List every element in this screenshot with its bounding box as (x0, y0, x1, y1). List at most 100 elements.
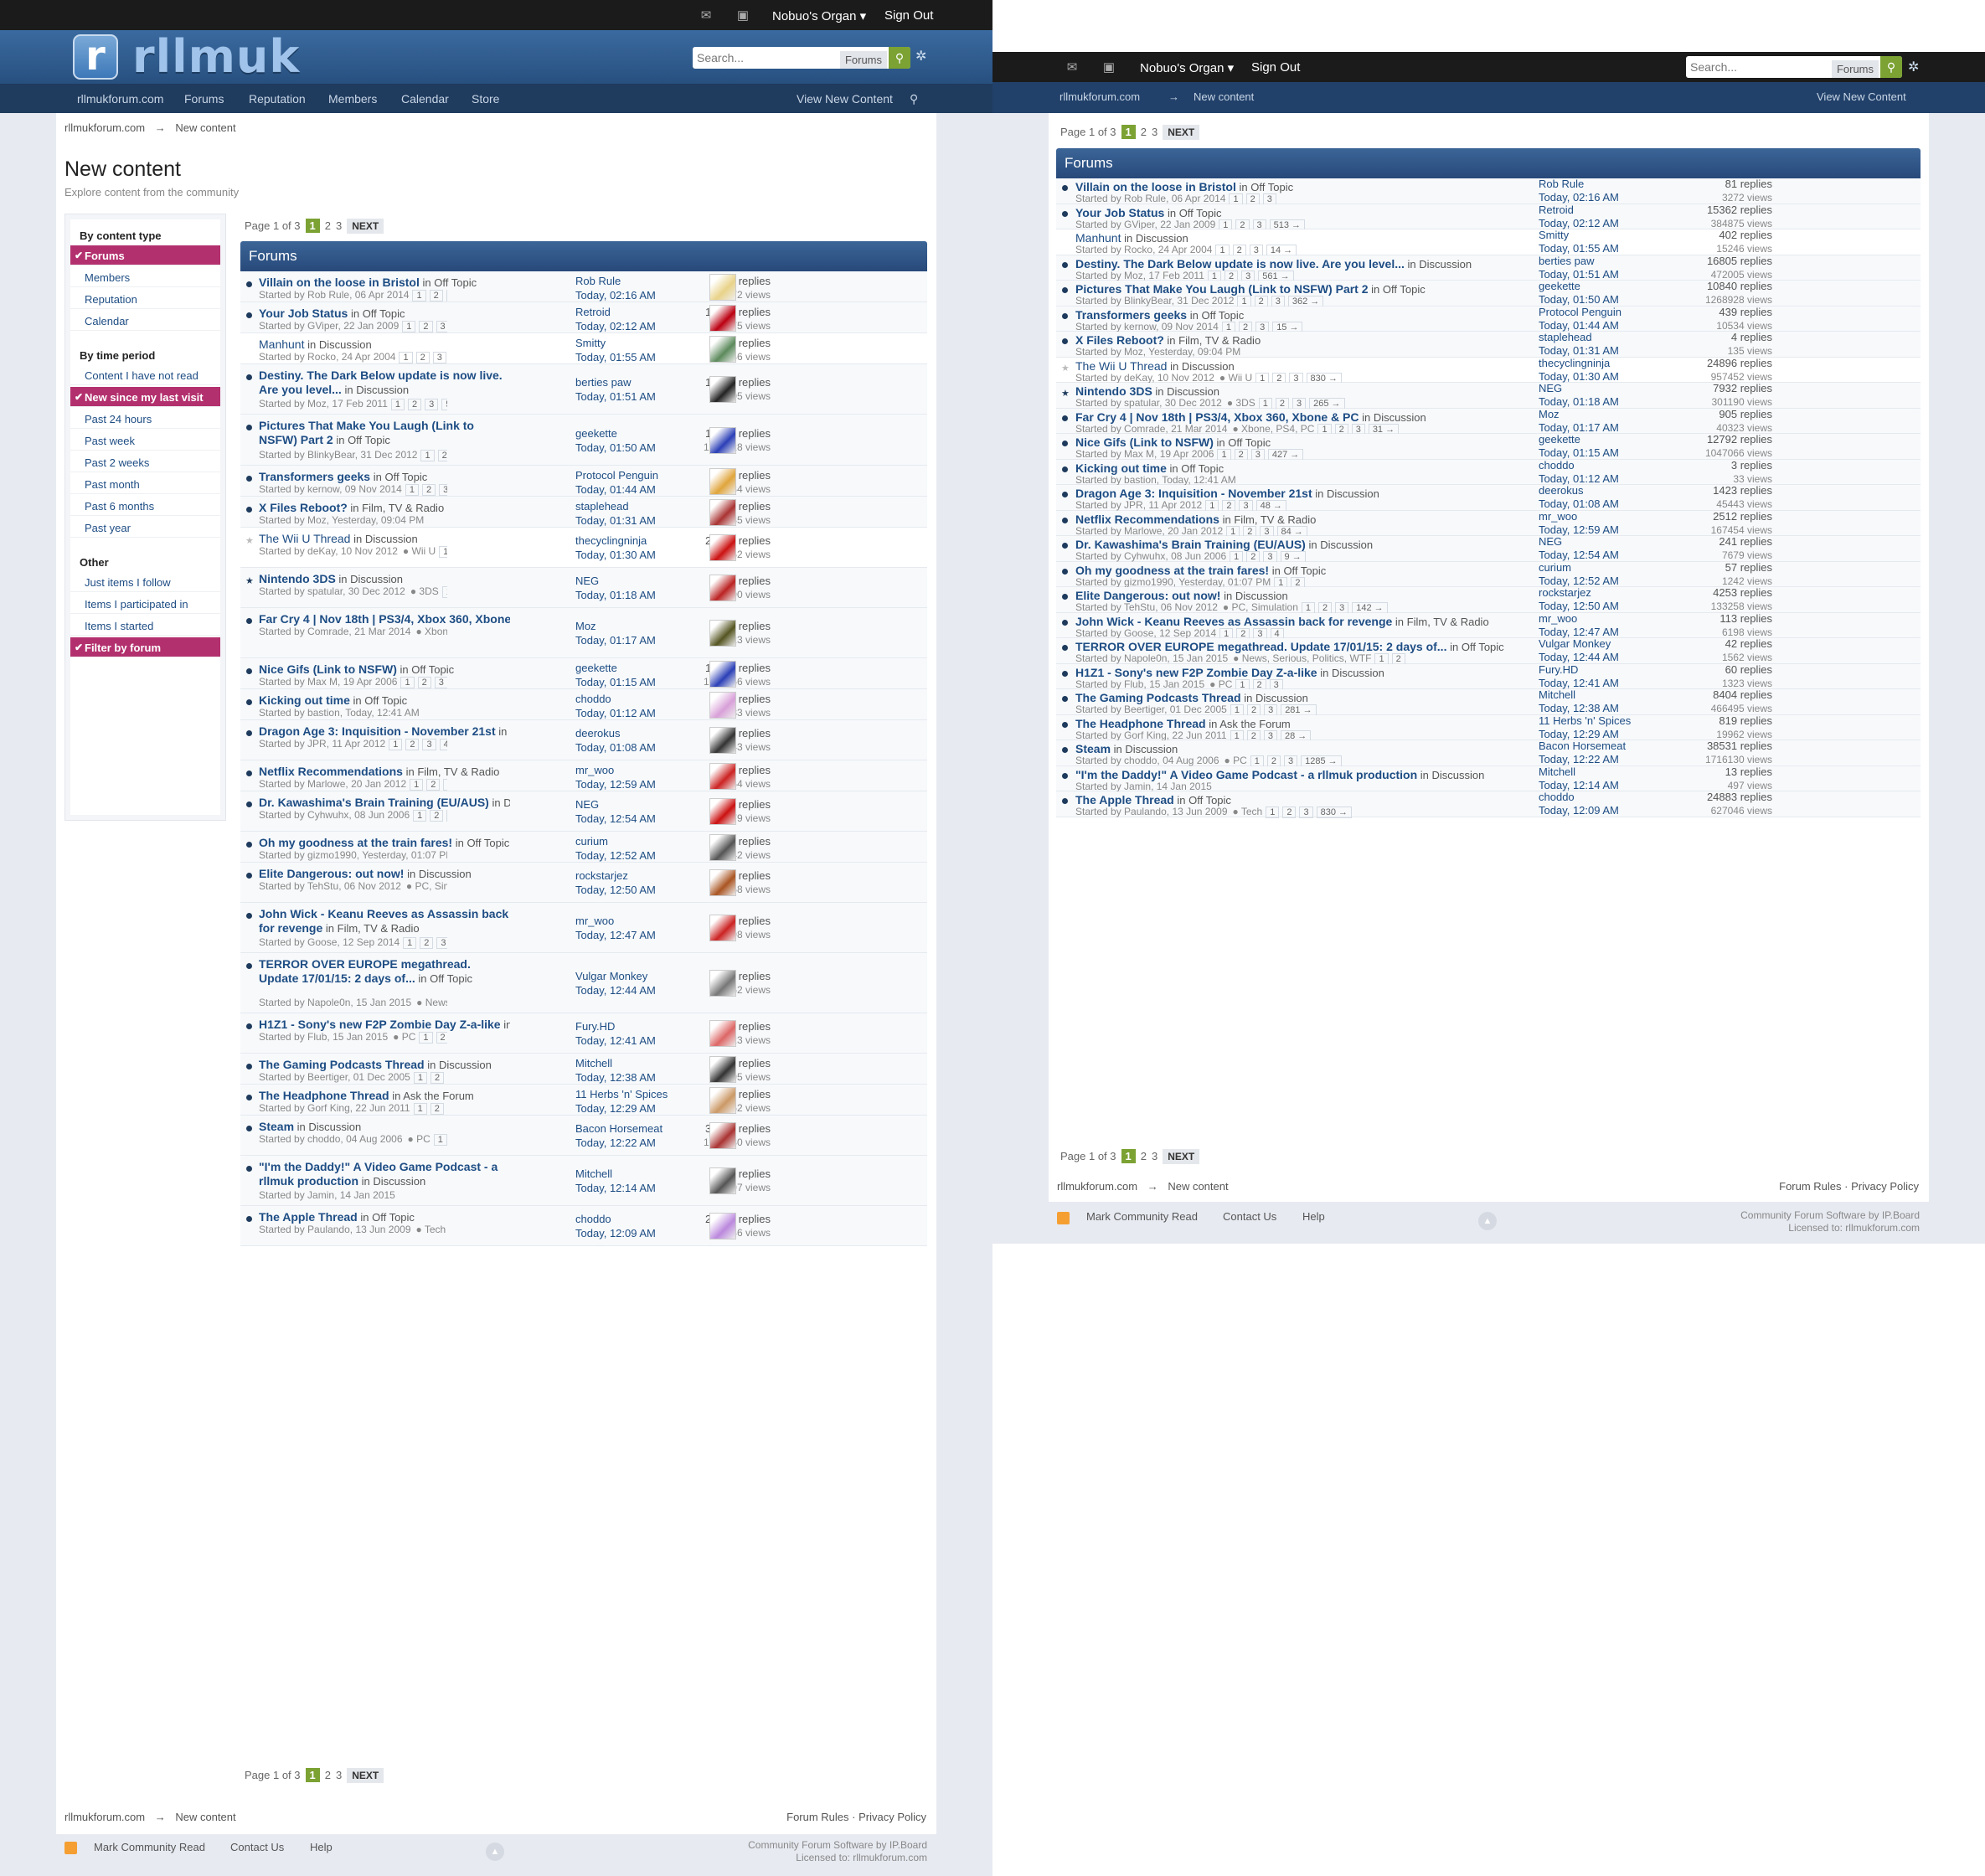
mini-page-link[interactable]: 1 (439, 546, 447, 558)
topic-forum[interactable]: in Discussion (1220, 590, 1288, 602)
topic-title[interactable]: Pictures That Make You Laugh (Link to NS… (1075, 282, 1369, 296)
topic-starter[interactable]: Comrade (1124, 423, 1165, 435)
topic-starter[interactable]: JPR (307, 738, 327, 750)
unread-dot-icon[interactable] (1062, 721, 1068, 728)
unread-dot-icon[interactable] (246, 618, 252, 624)
topic-starter[interactable]: deKay (1124, 372, 1152, 384)
topic-forum[interactable]: in Discussion (1312, 487, 1379, 500)
topic-title[interactable]: Villain on the loose in Bristol (1075, 180, 1236, 193)
topic-title[interactable]: The Wii U Thread (259, 532, 350, 545)
unread-dot-icon[interactable] (246, 699, 252, 705)
footer-policy-links[interactable]: Forum Rules · Privacy Policy (1779, 1180, 1919, 1193)
forum-name[interactable]: Discussion (373, 1175, 425, 1188)
mini-page-link[interactable]: 2 (421, 484, 436, 496)
forum-name[interactable]: Film, TV & Radio (1178, 334, 1261, 347)
nav-item-reputation[interactable]: Reputation (249, 92, 306, 106)
avatar[interactable] (709, 762, 736, 790)
forum-name[interactable]: Discussion (1432, 769, 1485, 781)
tags[interactable]: ● PC (408, 1133, 431, 1145)
topic-starter[interactable]: Flub (307, 1031, 327, 1043)
topic-starter[interactable]: Moz (1124, 346, 1143, 358)
last-poster-link[interactable]: choddo (575, 1212, 656, 1226)
mini-page-link[interactable]: 3 (434, 677, 447, 688)
gear-icon[interactable]: ✲ (915, 48, 926, 64)
mini-page-link[interactable]: 1 (441, 586, 447, 598)
page-link[interactable]: 2 (1141, 1150, 1147, 1162)
search-box[interactable]: Search... Forums ⚲ (1686, 56, 1902, 78)
topic-starter[interactable]: GViper (307, 320, 338, 332)
unread-dot-icon[interactable] (246, 1216, 252, 1222)
topic-forum[interactable]: in Film, TV & Radio (348, 502, 444, 514)
last-post-time[interactable]: Today, 01:18 AM (575, 588, 656, 602)
mini-page-link[interactable]: 48 → (439, 739, 447, 750)
forum-name[interactable]: Discussion (1255, 692, 1308, 704)
last-poster-link[interactable]: berties paw (1539, 255, 1619, 268)
unread-dot-icon[interactable] (1062, 441, 1068, 446)
forum-name[interactable]: Discussion (1235, 590, 1288, 602)
topic-starter[interactable]: BlinkyBear (307, 449, 355, 461)
unread-dot-icon[interactable] (246, 312, 252, 318)
avatar[interactable] (709, 376, 736, 403)
contact-link[interactable]: Contact Us (1223, 1210, 1276, 1223)
unread-dot-icon[interactable] (1062, 543, 1068, 549)
gear-icon[interactable]: ✲ (1908, 59, 1919, 75)
topic-title[interactable]: John Wick - Keanu Reeves as Assassin bac… (1075, 615, 1392, 628)
mini-page-link[interactable]: 1 (390, 399, 405, 410)
next-page-button[interactable]: NEXT (1163, 125, 1200, 140)
topic-title[interactable]: TERROR OVER EUROPE megathread. Update 17… (1075, 640, 1446, 653)
forum-name[interactable]: Off Topic (1250, 181, 1293, 193)
last-poster-link[interactable]: mr_woo (575, 763, 656, 777)
last-poster-link[interactable]: Moz (575, 619, 656, 633)
topic-starter[interactable]: TehStu (307, 880, 338, 892)
mini-page-link[interactable]: 2 (419, 321, 433, 332)
topic-title-link[interactable]: TERROR OVER EUROPE megathread. Update 17… (259, 957, 510, 986)
last-poster-link[interactable]: Rob Rule (575, 274, 656, 288)
mark-read-link[interactable]: Mark Community Read (94, 1841, 205, 1853)
topic-title-link[interactable]: Steam in Discussion (259, 1120, 510, 1133)
forum-name[interactable]: Discussion (365, 533, 418, 545)
mini-page-link[interactable]: 561 → (441, 399, 447, 410)
topic-title[interactable]: The Gaming Podcasts Thread (1075, 691, 1241, 704)
last-post-time[interactable]: Today, 12:50 AM (575, 883, 656, 897)
unread-dot-icon[interactable] (246, 668, 252, 674)
last-poster-link[interactable]: choddo (1539, 791, 1619, 804)
avatar[interactable] (709, 575, 736, 601)
avatar[interactable] (709, 869, 736, 896)
tags[interactable]: ● PC, Simulation (1223, 601, 1298, 613)
last-poster-link[interactable]: geekette (1539, 280, 1619, 293)
back-to-top-icon[interactable]: ▲ (486, 1842, 504, 1861)
rss-icon[interactable] (64, 1842, 77, 1854)
sidebar-item-past-week[interactable]: Past week (70, 430, 220, 451)
topic-starter[interactable]: BlinkyBear (1124, 295, 1172, 307)
avatar[interactable] (709, 660, 736, 688)
unread-dot-icon[interactable] (246, 913, 252, 919)
avatar[interactable] (709, 970, 736, 997)
last-post-time[interactable]: Today, 01:30 AM (575, 548, 656, 562)
unread-dot-icon[interactable] (246, 1023, 252, 1029)
breadcrumb-home[interactable]: rllmukforum.com (1060, 90, 1140, 103)
topic-title-link[interactable]: "I'm the Daddy!" A Video Game Podcast - … (259, 1160, 510, 1188)
mini-page-link[interactable]: 2 (417, 677, 431, 688)
avatar[interactable] (709, 833, 736, 861)
topic-starter[interactable]: bastion (307, 707, 340, 719)
topic-starter[interactable]: Beertiger (1124, 704, 1164, 715)
avatar[interactable] (709, 534, 736, 561)
topic-title-link[interactable]: Oh my goodness at the train fares! in Of… (259, 836, 510, 849)
avatar[interactable] (709, 620, 736, 647)
last-poster-link[interactable]: curium (1539, 561, 1619, 575)
search-scope[interactable]: Forums (1831, 60, 1879, 78)
last-poster-link[interactable]: Rob Rule (1539, 178, 1619, 191)
topic-starter[interactable]: spatular (1124, 397, 1159, 409)
topic-forum[interactable]: in Off Topic (370, 471, 428, 483)
topic-title[interactable]: Netflix Recommendations (259, 765, 403, 778)
page-link[interactable]: 2 (325, 1769, 331, 1781)
topic-forum[interactable]: in Off Topic (333, 434, 390, 446)
unread-dot-icon[interactable] (1062, 415, 1068, 421)
mini-page-link[interactable]: 1 (413, 1103, 427, 1115)
topic-forum[interactable]: in Discussion (1405, 258, 1472, 271)
topic-title[interactable]: Steam (1075, 742, 1111, 755)
topic-title[interactable]: "I'm the Daddy!" A Video Game Podcast - … (1075, 768, 1417, 781)
last-poster-link[interactable]: deerokus (1539, 484, 1619, 497)
last-poster-link[interactable]: staplehead (575, 499, 656, 513)
mini-page-link[interactable]: 3 (425, 399, 439, 410)
